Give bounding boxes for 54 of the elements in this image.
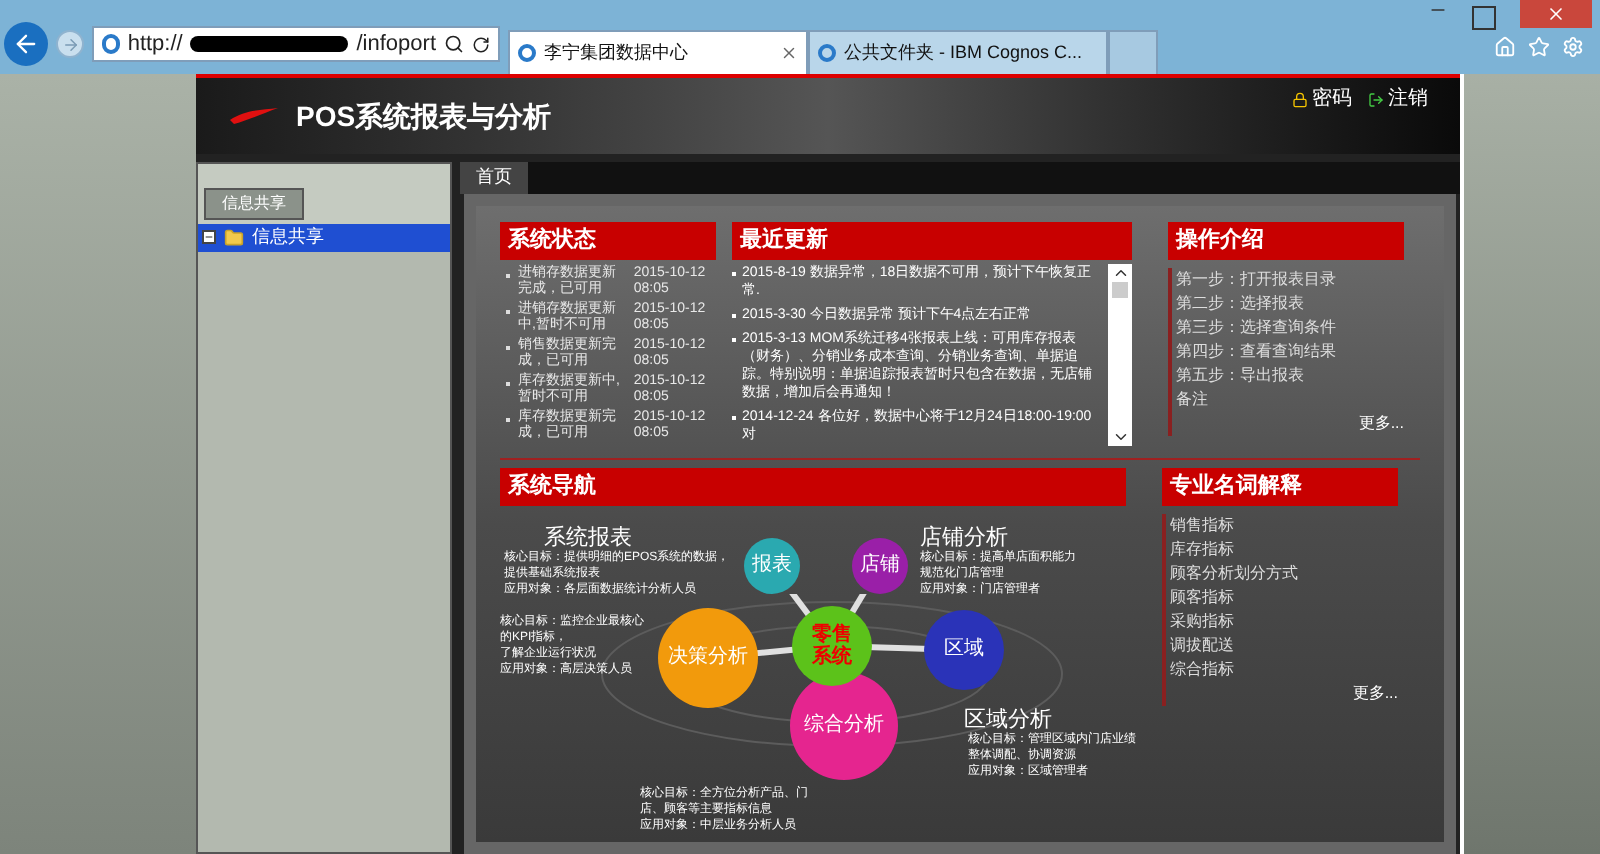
glossary-link[interactable]: 综合指标 <box>1170 657 1398 681</box>
glossary-link[interactable]: 销售指标 <box>1170 513 1398 537</box>
expander-icon[interactable] <box>202 230 216 245</box>
address-bar[interactable]: http:// /infoport <box>92 26 500 62</box>
glossary-link[interactable]: 顾客指标 <box>1170 585 1398 609</box>
guide-step-link[interactable]: 第三步：选择查询条件 <box>1176 315 1404 339</box>
scrollbar[interactable] <box>1108 263 1132 446</box>
scroll-down-icon[interactable] <box>1111 428 1129 446</box>
glossary-link[interactable]: 顾客分析划分方式 <box>1170 561 1398 585</box>
settings-icon[interactable] <box>1562 36 1584 58</box>
section-header: 系统状态 <box>500 222 716 259</box>
tree-item[interactable]: 信息共享 <box>198 224 450 251</box>
close-tab-icon[interactable] <box>780 44 798 62</box>
section-header: 操作介绍 <box>1168 222 1404 259</box>
home-icon[interactable] <box>1494 36 1516 58</box>
section-header: 系统导航 <box>500 468 1126 505</box>
section-header: 最近更新 <box>732 222 1132 259</box>
glossary-link[interactable]: 库存指标 <box>1170 537 1398 561</box>
guide-step-link[interactable]: 第五步：导出报表 <box>1176 363 1404 387</box>
logout-link[interactable]: 注销 <box>1368 84 1428 114</box>
browser-tab[interactable]: 公共文件夹 - IBM Cognos C... <box>808 30 1108 74</box>
node-title: 区域分析 <box>964 705 1052 732</box>
refresh-icon[interactable] <box>472 35 490 53</box>
scrollbar-thumb[interactable] <box>1112 281 1128 297</box>
more-link[interactable]: 更多... <box>1358 411 1404 435</box>
node-title: 系统报表 <box>544 523 632 550</box>
page-tab[interactable]: 首页 <box>460 162 528 194</box>
page-icon <box>818 44 836 62</box>
page-icon <box>102 34 120 54</box>
exit-icon <box>1368 91 1384 107</box>
section-header: 专业名词解释 <box>1162 468 1398 505</box>
page-icon <box>518 44 536 62</box>
guide-step-link[interactable]: 第四步：查看查询结果 <box>1176 339 1404 363</box>
url-text: http:// <box>127 29 183 60</box>
logo-icon <box>228 106 280 126</box>
glossary-link[interactable]: 调拔配送 <box>1170 633 1398 657</box>
back-button[interactable] <box>4 22 48 66</box>
browser-tab[interactable]: 李宁集团数据中心 <box>508 30 808 74</box>
glossary-link[interactable]: 采购指标 <box>1170 609 1398 633</box>
more-link[interactable]: 更多... <box>1352 681 1398 705</box>
guide-step-link[interactable]: 第一步：打开报表目录 <box>1176 267 1404 291</box>
password-link[interactable]: 密码 <box>1292 84 1352 114</box>
guide-step-link[interactable]: 第二步：选择报表 <box>1176 291 1404 315</box>
restore-icon[interactable] <box>1472 6 1496 30</box>
close-button[interactable] <box>1520 0 1592 28</box>
guide-step-link[interactable]: 备注 <box>1176 387 1404 411</box>
folder-icon <box>224 227 244 248</box>
close-icon <box>1546 4 1566 24</box>
forward-arrow-icon <box>61 35 79 53</box>
url-text: /infoport <box>356 29 436 60</box>
favorites-star-icon[interactable] <box>1528 36 1550 58</box>
search-icon[interactable] <box>444 34 464 54</box>
logo-text: POS系统报表与分析 <box>296 97 552 135</box>
lock-icon <box>1292 91 1308 107</box>
